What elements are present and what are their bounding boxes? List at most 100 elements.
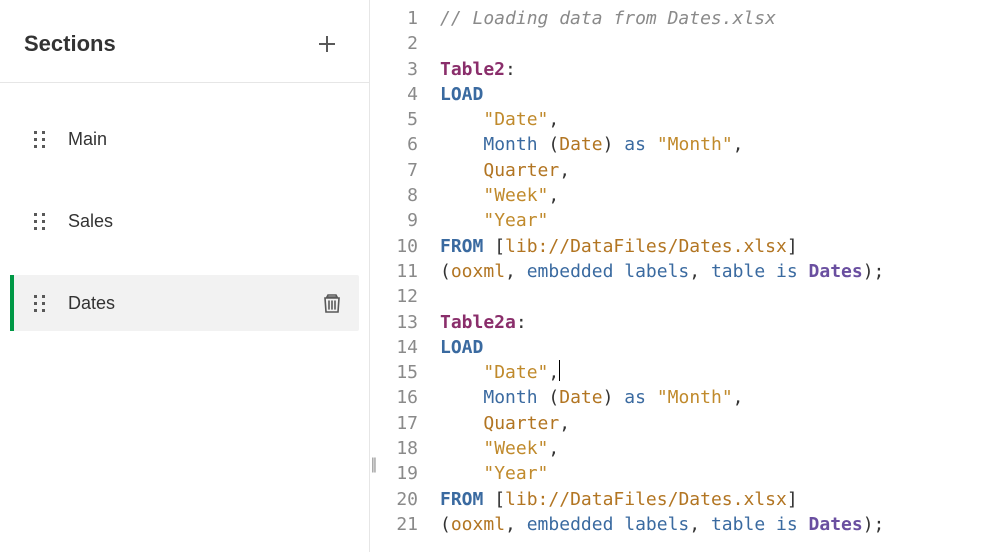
drag-handle-icon[interactable]	[32, 129, 46, 149]
line-number: 5	[370, 107, 418, 132]
code-token: ,	[689, 514, 711, 535]
code-token: as	[624, 134, 646, 155]
code-line[interactable]: Month (Date) as "Month",	[440, 385, 987, 410]
code-line[interactable]: (ooxml, embedded labels, table is Dates)…	[440, 512, 987, 537]
line-number: 10	[370, 234, 418, 259]
code-token: ]	[787, 489, 798, 510]
code-token: ,	[559, 160, 570, 181]
code-token	[440, 463, 483, 484]
code-token: );	[863, 261, 885, 282]
add-section-button[interactable]	[313, 30, 341, 58]
code-line[interactable]: "Year"	[440, 208, 987, 233]
drag-handle-icon[interactable]	[32, 211, 46, 231]
code-token	[440, 362, 483, 383]
code-line[interactable]: "Week",	[440, 183, 987, 208]
code-token: (	[440, 261, 451, 282]
splitter-handle[interactable]: ||	[371, 456, 375, 474]
line-number: 15	[370, 360, 418, 385]
section-list: Main Sales Dates	[0, 83, 369, 331]
app-root: Sections MainSalesDates || 1234567891011…	[0, 0, 987, 552]
code-token: "Week"	[483, 185, 548, 206]
line-number: 19	[370, 461, 418, 486]
code-token: "Year"	[483, 210, 548, 231]
line-number: 2	[370, 31, 418, 56]
code-token: table	[711, 514, 765, 535]
code-token: (	[538, 387, 560, 408]
sidebar-title: Sections	[24, 31, 116, 57]
code-token	[440, 210, 483, 231]
code-line[interactable]: FROM [lib://DataFiles/Dates.xlsx]	[440, 234, 987, 259]
line-number-gutter: 123456789101112131415161718192021	[370, 6, 428, 552]
code-token: ,	[733, 134, 744, 155]
line-number: 13	[370, 310, 418, 335]
code-token: FROM	[440, 489, 483, 510]
code-line[interactable]: FROM [lib://DataFiles/Dates.xlsx]	[440, 487, 987, 512]
code-line[interactable]: LOAD	[440, 335, 987, 360]
code-line[interactable]: "Year"	[440, 461, 987, 486]
section-item-sales[interactable]: Sales	[10, 193, 359, 249]
code-token: :	[505, 59, 516, 80]
code-token: lib://DataFiles/Dates.xlsx	[505, 236, 787, 257]
code-token	[646, 387, 657, 408]
code-token: Date	[559, 134, 602, 155]
code-line[interactable]: "Week",	[440, 436, 987, 461]
plus-icon	[317, 34, 337, 54]
code-token: embedded labels	[527, 261, 690, 282]
section-item-label: Dates	[68, 293, 321, 314]
code-line[interactable]: Table2a:	[440, 310, 987, 335]
code-token: lib://DataFiles/Dates.xlsx	[505, 489, 787, 510]
code-token: ,	[689, 261, 711, 282]
code-token	[765, 261, 776, 282]
code-token: ]	[787, 236, 798, 257]
code-line[interactable]: Month (Date) as "Month",	[440, 132, 987, 157]
delete-section-button[interactable]	[321, 292, 343, 314]
section-item-dates[interactable]: Dates	[10, 275, 359, 331]
code-token: :	[516, 312, 527, 333]
line-number: 16	[370, 385, 418, 410]
line-number: 3	[370, 57, 418, 82]
code-line[interactable]: Table2:	[440, 57, 987, 82]
code-line[interactable]: // Loading data from Dates.xlsx	[440, 6, 987, 31]
code-token: ,	[505, 514, 527, 535]
line-number: 8	[370, 183, 418, 208]
section-item-main[interactable]: Main	[10, 111, 359, 167]
code-token	[440, 413, 483, 434]
code-token: LOAD	[440, 337, 483, 358]
code-token	[440, 438, 483, 459]
code-area[interactable]: // Loading data from Dates.xlsx Table2:L…	[428, 6, 987, 552]
line-number: 12	[370, 284, 418, 309]
code-token: "Date"	[483, 362, 548, 383]
text-caret	[559, 360, 560, 381]
code-line[interactable]: (ooxml, embedded labels, table is Dates)…	[440, 259, 987, 284]
code-line[interactable]: Quarter,	[440, 411, 987, 436]
line-number: 18	[370, 436, 418, 461]
code-token: [	[483, 236, 505, 257]
code-token: Quarter	[483, 160, 559, 181]
trash-icon	[323, 293, 341, 313]
code-token: // Loading data from Dates.xlsx	[440, 8, 776, 29]
code-token: (	[538, 134, 560, 155]
code-line[interactable]: "Date",	[440, 360, 987, 385]
code-token: ,	[559, 413, 570, 434]
drag-handle-icon[interactable]	[32, 293, 46, 313]
code-token: ,	[548, 185, 559, 206]
code-line[interactable]	[440, 31, 987, 56]
code-token: "Month"	[657, 134, 733, 155]
line-number: 7	[370, 158, 418, 183]
script-editor[interactable]: 123456789101112131415161718192021 // Loa…	[370, 0, 987, 552]
line-number: 6	[370, 132, 418, 157]
code-token: ,	[548, 362, 559, 383]
code-token: [	[483, 489, 505, 510]
code-token	[440, 160, 483, 181]
code-line[interactable]	[440, 284, 987, 309]
code-token: "Year"	[483, 463, 548, 484]
code-line[interactable]: "Date",	[440, 107, 987, 132]
section-item-label: Sales	[68, 211, 343, 232]
code-token: )	[603, 387, 625, 408]
code-token: "Date"	[483, 109, 548, 130]
code-line[interactable]: LOAD	[440, 82, 987, 107]
code-token: "Week"	[483, 438, 548, 459]
code-token: Table2a	[440, 312, 516, 333]
code-line[interactable]: Quarter,	[440, 158, 987, 183]
code-token: Dates	[809, 261, 863, 282]
